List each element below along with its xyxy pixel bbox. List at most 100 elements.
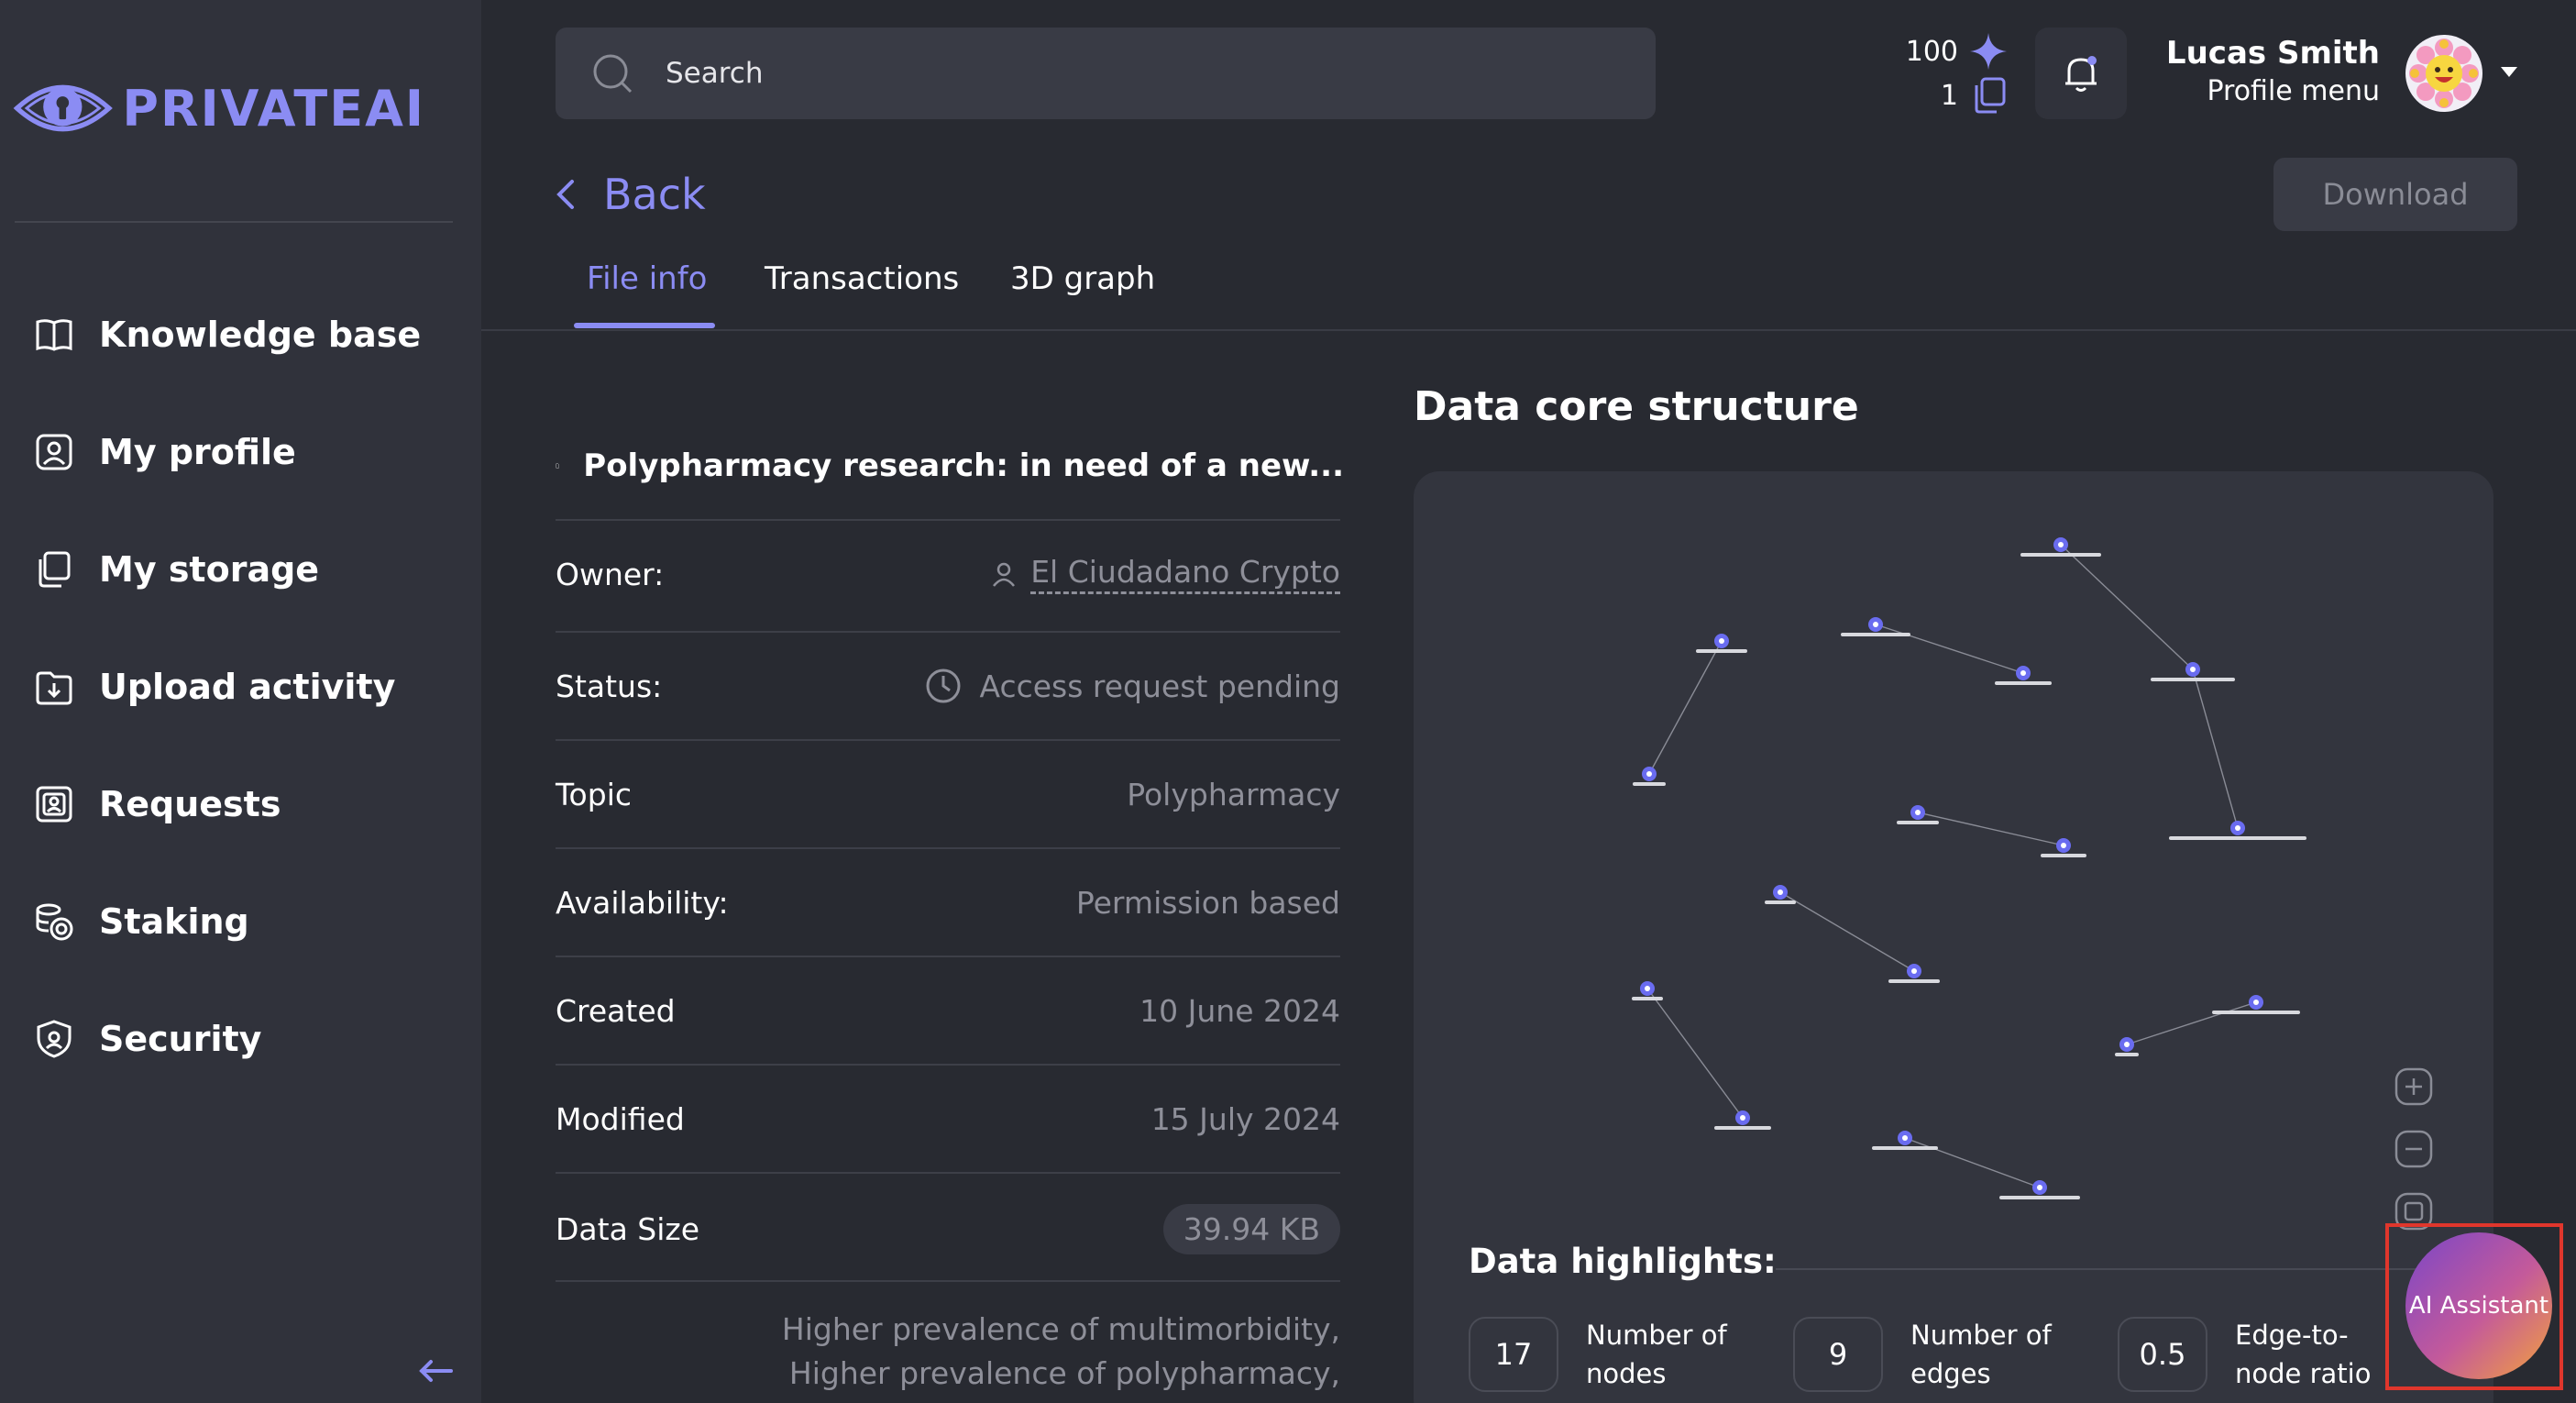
search-icon	[593, 54, 633, 94]
graph-node[interactable]	[1714, 1110, 1771, 1130]
graph-node[interactable]	[2212, 995, 2300, 1014]
credits-counter[interactable]: 100	[1870, 31, 2008, 72]
graph-node-center	[1902, 1135, 1908, 1141]
graph-panel: Data highlights: 17 Number of nodes 9 Nu…	[1414, 471, 2493, 1403]
stat-value: 9	[1793, 1317, 1883, 1392]
sidebar-item-knowledge-base[interactable]: Knowledge base	[33, 303, 455, 367]
notifications-button[interactable]	[2035, 28, 2127, 119]
shield-icon	[37, 1020, 72, 1058]
topic-row: Topic Polypharmacy	[556, 767, 1340, 822]
zoom-out-icon[interactable]	[2393, 1128, 2435, 1170]
graph-edge	[1917, 812, 2064, 846]
graph-node[interactable]	[1872, 1131, 1938, 1150]
chevron-down-icon[interactable]	[2499, 64, 2519, 79]
profile-icon	[36, 434, 72, 470]
row-divider	[556, 519, 1340, 521]
logo[interactable]: PRIVATEAI	[13, 64, 425, 152]
graph-node[interactable]	[1995, 666, 2052, 685]
graph-node[interactable]	[1999, 1180, 2080, 1199]
highlights-title: Data highlights:	[1469, 1242, 1777, 1281]
flower-avatar-icon	[2409, 39, 2479, 108]
graph-node[interactable]	[1888, 964, 1940, 983]
sparkle-icon	[1970, 33, 2007, 70]
graph-node-label	[1696, 649, 1747, 653]
graph-node[interactable]	[1696, 634, 1747, 653]
graph-node-label	[1632, 997, 1663, 1000]
status-text: Access request pending	[979, 668, 1340, 704]
back-button[interactable]: Back	[552, 167, 706, 222]
sidebar-item-label: My profile	[99, 432, 296, 472]
graph-node-label	[1714, 1126, 1771, 1130]
storage-icon	[39, 551, 71, 588]
requests-icon	[36, 786, 72, 823]
search-bar[interactable]	[556, 28, 1656, 119]
graph-edge	[1779, 891, 1915, 972]
graph-node[interactable]	[2151, 662, 2235, 681]
data-size-label: Data Size	[556, 1210, 700, 1247]
graph-node[interactable]	[1897, 805, 1939, 824]
status-label: Status:	[556, 668, 663, 704]
graph-node[interactable]	[1841, 617, 1910, 636]
graph-node[interactable]	[2041, 838, 2086, 857]
graph-node[interactable]	[1765, 885, 1796, 904]
graph-node-label	[1995, 681, 2052, 685]
ai-assistant-button[interactable]: AI Assistant	[2405, 1232, 2552, 1379]
graph-node-label	[1633, 782, 1666, 786]
file-description: Higher prevalence of multimorbidity, Hig…	[556, 1308, 1340, 1396]
tab-3d-graph[interactable]: 3D graph	[1010, 260, 1155, 297]
graph-node-center	[1645, 986, 1650, 991]
topic-label: Topic	[556, 776, 632, 812]
graph-node-label	[1841, 633, 1910, 636]
search-input[interactable]	[666, 57, 1582, 90]
tabs-divider	[481, 329, 2576, 331]
download-button[interactable]: Download	[2273, 158, 2517, 231]
highlights-divider	[1776, 1268, 2454, 1270]
sidebar-item-label: Upload activity	[99, 667, 396, 707]
tab-transactions[interactable]: Transactions	[765, 260, 959, 297]
network-graph[interactable]	[1414, 471, 2493, 1242]
files-counter[interactable]: 1	[1870, 75, 2008, 116]
avatar[interactable]	[2405, 35, 2482, 112]
sidebar-item-requests[interactable]: Requests	[33, 772, 455, 836]
graph-node[interactable]	[1633, 767, 1666, 786]
stat-edges: 9 Number of edges	[1793, 1313, 2075, 1396]
sidebar: PRIVATEAI Knowledge base My profile My s…	[0, 0, 481, 1403]
sidebar-item-label: Requests	[99, 784, 281, 824]
graph-node[interactable]	[1632, 981, 1663, 1000]
zoom-in-icon[interactable]	[2393, 1066, 2435, 1108]
graph-node-label	[2115, 1053, 2139, 1056]
arrow-left-icon[interactable]	[414, 1350, 457, 1392]
graph-node-label	[2151, 678, 2235, 681]
sidebar-item-security[interactable]: Security	[33, 1007, 455, 1071]
graph-edge	[1904, 1137, 2041, 1188]
graph-node-label	[1765, 900, 1796, 904]
topic-value: Polypharmacy	[1127, 776, 1340, 812]
row-divider	[556, 739, 1340, 741]
graph-node[interactable]	[2020, 537, 2101, 557]
user-name: Lucas Smith	[2165, 35, 2380, 72]
graph-title: Data core structure	[1414, 383, 1859, 430]
description-line: Higher prevalence of polypharmacy,	[788, 1355, 1340, 1391]
graph-node-center	[1911, 968, 1917, 974]
stat-label: Edge-to-node ratio	[2235, 1320, 2372, 1389]
sidebar-item-my-storage[interactable]: My storage	[33, 537, 455, 602]
graph-node-label	[1888, 979, 1940, 983]
owner-link[interactable]: El Ciudadano Crypto	[1030, 554, 1340, 594]
sidebar-item-my-profile[interactable]: My profile	[33, 420, 455, 484]
graph-node[interactable]	[2169, 821, 2306, 840]
graph-node-center	[1740, 1115, 1745, 1121]
files-value: 1	[1940, 79, 1958, 112]
tab-file-info[interactable]: File info	[587, 260, 707, 297]
sidebar-item-label: Knowledge base	[99, 315, 422, 355]
graph-node[interactable]	[2115, 1037, 2139, 1056]
stat-value: 0.5	[2118, 1317, 2207, 1392]
graph-node-center	[1915, 810, 1921, 815]
row-divider	[556, 847, 1340, 849]
documents-icon	[1975, 77, 2006, 114]
credits-value: 100	[1905, 35, 1958, 68]
profile-menu-trigger[interactable]: Lucas Smith Profile menu	[2136, 35, 2380, 107]
sidebar-item-staking[interactable]: Staking	[33, 889, 455, 954]
sidebar-item-upload-activity[interactable]: Upload activity	[33, 655, 455, 719]
graph-node-center	[2253, 1000, 2259, 1005]
active-tab-indicator	[574, 323, 715, 328]
